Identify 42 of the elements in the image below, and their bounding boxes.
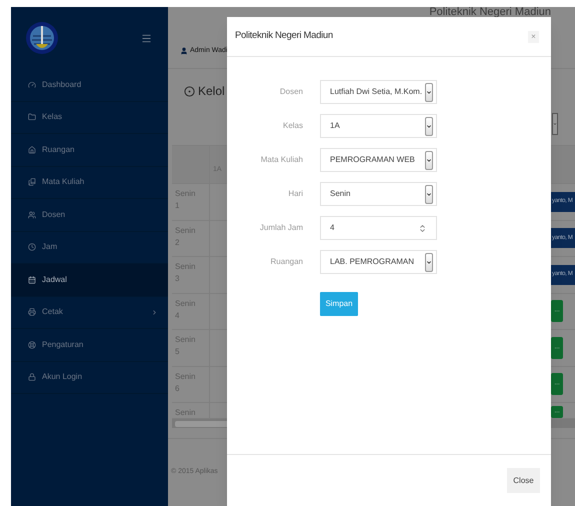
site-title: Politeknik Negeri Madiun [429, 7, 551, 17]
modal-title: Politeknik Negeri Madiun [235, 29, 333, 44]
action-button[interactable] [551, 406, 563, 418]
number-field[interactable]: 4 [320, 216, 437, 240]
dropdown-caret-icon [425, 150, 433, 170]
printer-icon [28, 308, 36, 316]
dropdown-caret-icon [425, 116, 433, 136]
users-icon [28, 210, 36, 219]
select-field[interactable]: LAB. PEMROGRAMAN [320, 250, 437, 274]
dropdown-caret-icon [425, 184, 433, 204]
close-button[interactable]: Close [507, 468, 540, 493]
dropdown-caret-icon[interactable] [552, 113, 558, 135]
action-button[interactable] [551, 373, 563, 396]
sidebar-item[interactable]: Jadwal [11, 264, 168, 296]
logo-icon [25, 20, 59, 56]
menu-icon[interactable] [141, 32, 152, 44]
action-button[interactable] [551, 300, 563, 322]
select-field[interactable]: PEMROGRAMAN WEB [320, 148, 437, 172]
dropdown-caret-icon [425, 82, 433, 102]
chevron-icon [151, 308, 158, 316]
field-label: Dosen [278, 86, 303, 98]
field-label: Hari [287, 188, 303, 200]
page-heading: Kelol [198, 83, 225, 100]
home-icon [28, 146, 36, 154]
user-icon [180, 46, 188, 55]
select-field[interactable]: Senin [320, 182, 437, 206]
dropdown-caret-icon [425, 252, 433, 272]
lock-icon [28, 373, 36, 382]
select-field[interactable]: Lutfiah Dwi Setia, M.Kom. [320, 80, 437, 104]
field-label: Ruangan [270, 256, 303, 268]
field-label: Jumlah Jam [258, 222, 303, 234]
lifebuoy-icon [28, 340, 36, 349]
clock-icon [28, 243, 36, 252]
calendar-icon [28, 276, 36, 284]
field-label: Mata Kuliah [260, 154, 303, 166]
gauge-icon [28, 80, 36, 89]
select-field[interactable]: 1A [320, 114, 437, 138]
spinner-icon[interactable] [418, 224, 427, 232]
folder-icon [28, 113, 36, 122]
field-label: Kelas [282, 120, 303, 132]
action-button[interactable] [551, 336, 563, 359]
book-icon [28, 178, 36, 186]
